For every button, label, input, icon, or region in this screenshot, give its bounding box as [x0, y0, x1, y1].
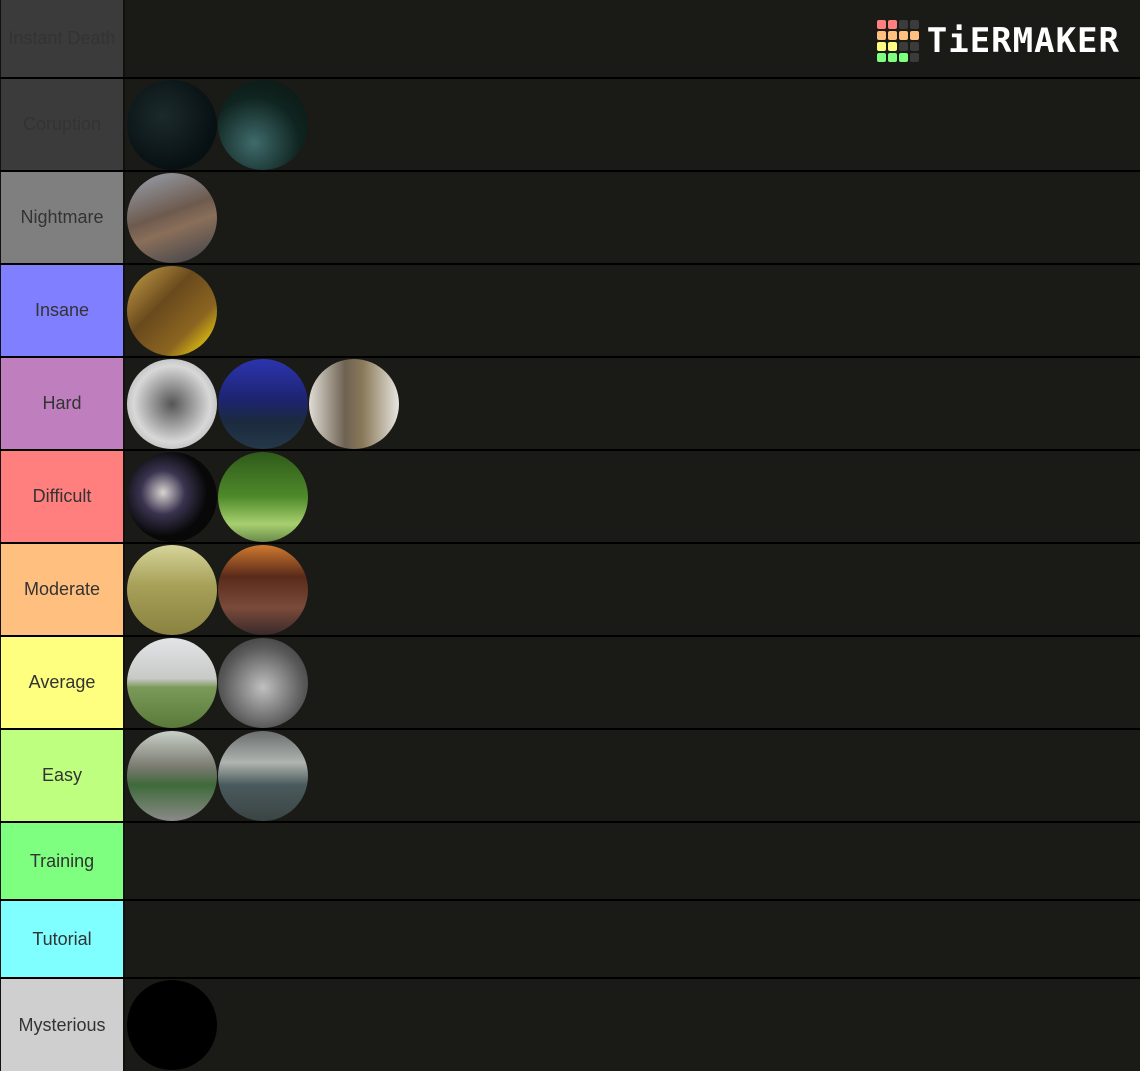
tier-label[interactable]: Moderate: [0, 544, 123, 635]
tier-items-dropzone[interactable]: [123, 79, 1140, 170]
tier-item-night-street-lamps[interactable]: [218, 79, 308, 170]
tier-row: Average: [0, 637, 1140, 728]
logo-grid-cell: [898, 53, 908, 62]
tier-label[interactable]: Average: [0, 637, 123, 728]
logo-grid-cell: [876, 20, 886, 29]
tier-label[interactable]: Difficult: [0, 451, 123, 542]
tier-label[interactable]: Training: [0, 823, 123, 899]
tier-item-dark-foliage-night[interactable]: [127, 79, 217, 170]
logo-grid-cell: [887, 31, 897, 40]
tier-item-flooded-room-piano[interactable]: [127, 172, 217, 263]
tier-label[interactable]: Instant Death: [0, 0, 123, 77]
tier-item-empty-office-floor[interactable]: [218, 730, 308, 821]
tier-row: Insane: [0, 265, 1140, 356]
tier-row: Difficult: [0, 451, 1140, 542]
tier-label[interactable]: Mysterious: [0, 979, 123, 1071]
tier-items-dropzone[interactable]: [123, 451, 1140, 542]
logo-grid-cell: [898, 31, 908, 40]
tier-row: Moderate: [0, 544, 1140, 635]
tier-item-yellow-backrooms[interactable]: [127, 544, 217, 635]
tier-items-dropzone[interactable]: [123, 637, 1140, 728]
tier-label[interactable]: Nightmare: [0, 172, 123, 263]
tier-row: Coruption: [0, 79, 1140, 170]
tier-row: Training: [0, 823, 1140, 899]
tier-items-dropzone[interactable]: [123, 172, 1140, 263]
tier-items-dropzone[interactable]: [123, 265, 1140, 356]
tier-item-castle-ruins-night[interactable]: [218, 358, 308, 449]
tier-label[interactable]: Tutorial: [0, 901, 123, 977]
tier-item-white-tunnel[interactable]: [127, 358, 217, 449]
tier-item-golden-sewer-arch[interactable]: [127, 265, 217, 356]
tier-items-dropzone[interactable]: [123, 544, 1140, 635]
logo-grid-cell: [909, 42, 919, 51]
logo-grid-cell: [909, 53, 919, 62]
tier-items-dropzone[interactable]: [123, 901, 1140, 977]
tier-item-blurry-dark-figure[interactable]: [127, 451, 217, 542]
tier-items-dropzone[interactable]: [123, 823, 1140, 899]
tier-row: Tutorial: [0, 901, 1140, 977]
logo-grid-cell: [898, 20, 908, 29]
tier-row: Easy: [0, 730, 1140, 821]
tier-item-jail-corridor[interactable]: [309, 358, 399, 449]
logo-grid-cell: [876, 42, 886, 51]
tier-label[interactable]: Coruption: [0, 79, 123, 170]
tier-item-jungle-path[interactable]: [218, 451, 308, 542]
tier-label[interactable]: Insane: [0, 265, 123, 356]
logo-grid-cell: [887, 53, 897, 62]
logo-grid-icon: [876, 20, 919, 62]
logo-grid-cell: [909, 31, 919, 40]
tier-items-dropzone[interactable]: [123, 979, 1140, 1071]
tier-label[interactable]: Hard: [0, 358, 123, 449]
tier-row: Nightmare: [0, 172, 1140, 263]
logo-grid-cell: [898, 42, 908, 51]
tier-list-board: Instant Death Coruption Nightmare Insane Har…: [0, 0, 1140, 1071]
tier-items-dropzone[interactable]: [123, 358, 1140, 449]
logo-text: TiERMAKER: [926, 21, 1120, 61]
tier-row: Mysterious: [0, 979, 1140, 1071]
logo-grid-cell: [876, 31, 886, 40]
logo-grid-cell: [876, 53, 886, 62]
tiermaker-logo: TiERMAKER: [876, 20, 1120, 62]
logo-grid-cell: [909, 20, 919, 29]
tier-label[interactable]: Easy: [0, 730, 123, 821]
tier-item-empty-city-street[interactable]: [127, 730, 217, 821]
tier-item-black-void[interactable]: [127, 980, 217, 1070]
tier-item-foggy-field[interactable]: [127, 637, 217, 728]
tier-items-dropzone[interactable]: [123, 730, 1140, 821]
logo-grid-cell: [887, 20, 897, 29]
tier-item-empty-parking-garage[interactable]: [218, 637, 308, 728]
logo-grid-cell: [887, 42, 897, 51]
tier-row: Hard: [0, 358, 1140, 449]
tier-item-ornate-lobby[interactable]: [218, 544, 308, 635]
